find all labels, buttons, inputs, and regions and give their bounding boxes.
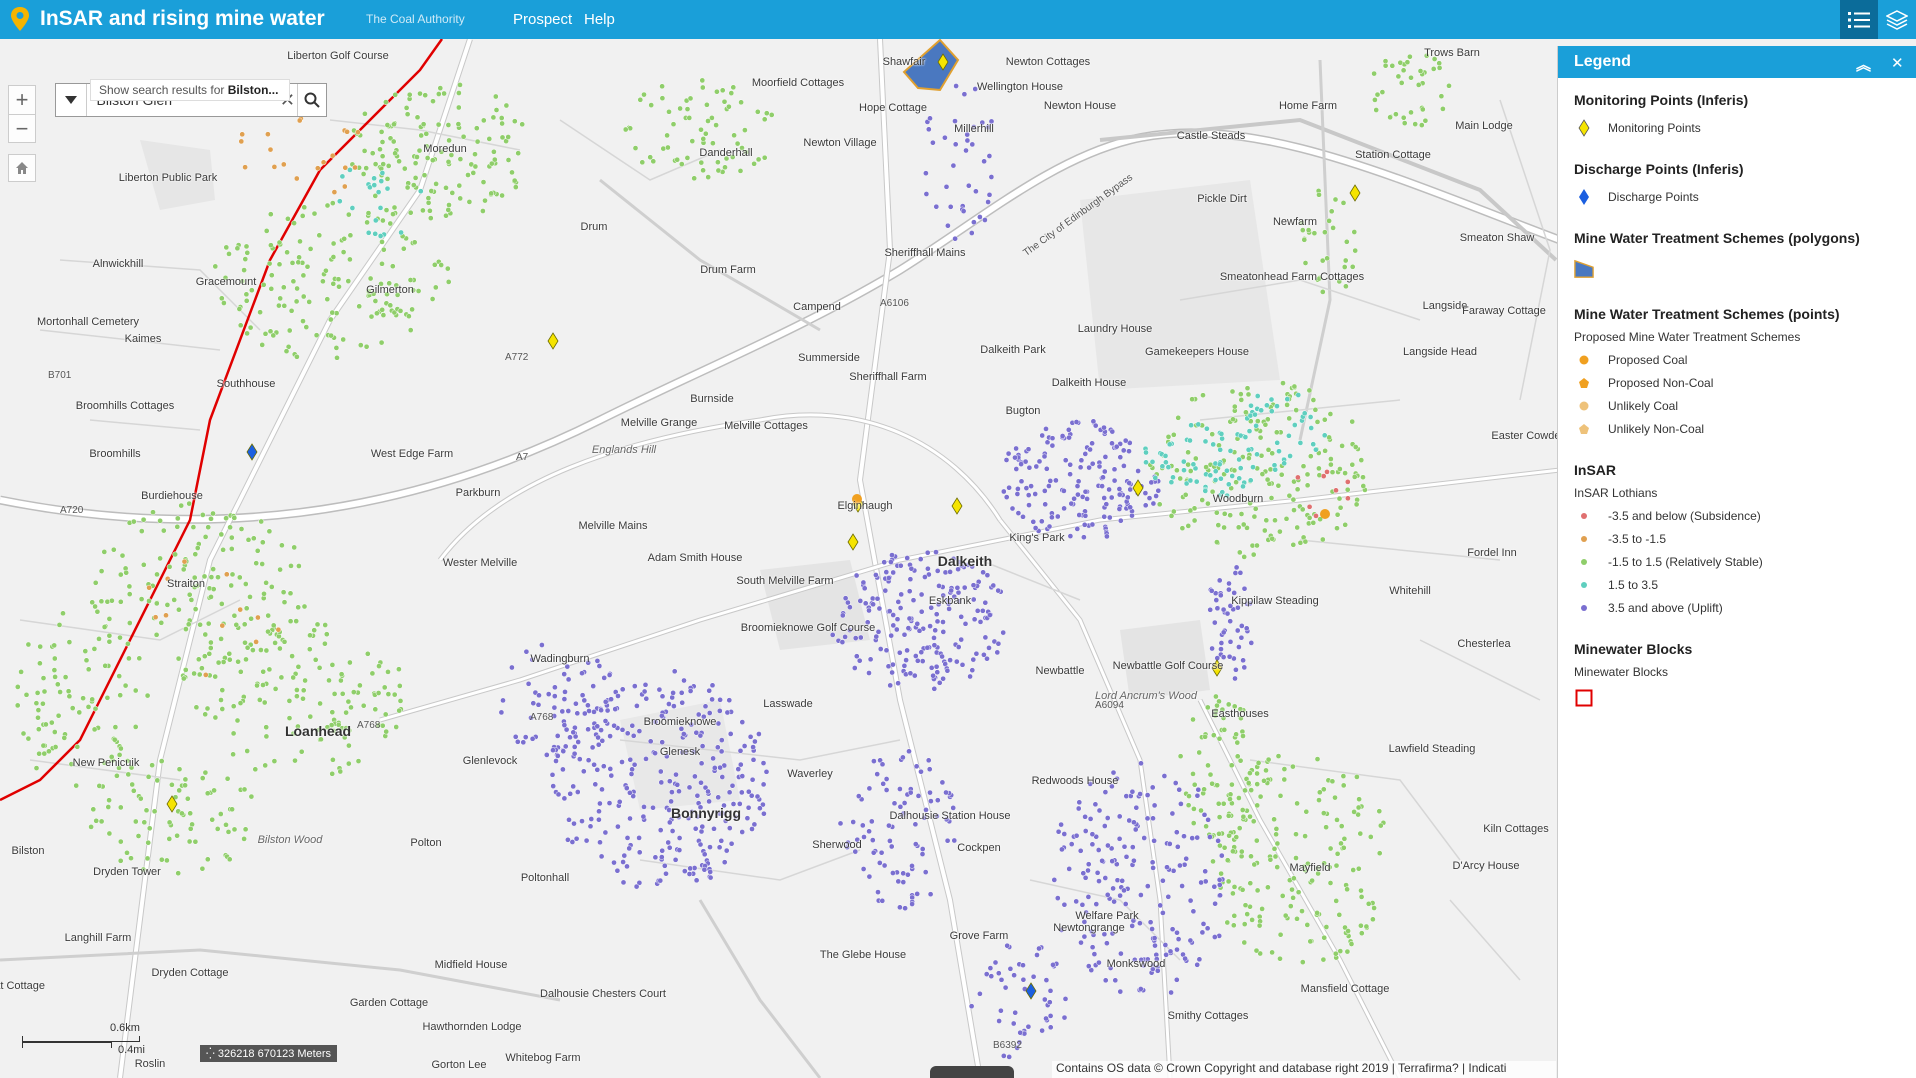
legend-item: Proposed Non-Coal [1574, 371, 1900, 394]
road-label: B6392 [993, 1040, 1022, 1051]
diamond-yellow-icon [1574, 118, 1594, 138]
legend-item-label: Discharge Points [1608, 189, 1699, 204]
square-red-icon [1574, 688, 1594, 708]
nav-help[interactable]: Help [584, 11, 615, 28]
legend-item-label: Unlikely Non-Coal [1608, 421, 1705, 436]
legend-item [1574, 254, 1900, 284]
legend-item: Proposed Coal [1574, 348, 1900, 371]
zoom-out-button[interactable]: − [9, 114, 35, 142]
legend-item [1574, 683, 1900, 713]
road-label: A6106 [880, 298, 909, 309]
search-button[interactable] [297, 84, 326, 116]
legend-item: 1.5 to 3.5 [1574, 573, 1900, 596]
nav-prospect[interactable]: Prospect [513, 11, 572, 28]
scale-km-label: 0.6km [110, 1022, 140, 1034]
pentagon-tan-icon [1574, 419, 1594, 439]
map-attribution: Contains OS data © Crown Copyright and d… [1052, 1061, 1556, 1078]
legend-item-label: -3.5 and below (Subsidence) [1608, 508, 1761, 523]
caret-down-icon [64, 96, 77, 104]
collapse-icon[interactable]: ︽ [1856, 54, 1871, 75]
search-suggestion-prefix: Show search results for [99, 83, 225, 97]
app-header: InSAR and rising mine water The Coal Aut… [0, 0, 1916, 39]
legend-section-subtitle: Minewater Blocks [1574, 665, 1669, 679]
zoom-control: + − [8, 85, 36, 143]
legend-item-label: 1.5 to 3.5 [1608, 577, 1659, 592]
legend-header: Legend ︽ ✕ [1558, 46, 1916, 78]
legend-section-title: Mine Water Treatment Schemes (points) [1574, 306, 1840, 322]
polygon-blue-icon [1574, 259, 1594, 279]
organisation-name[interactable]: The Coal Authority [366, 12, 465, 26]
crosshair-icon: ⁛ [206, 1048, 215, 1060]
legend-item: -3.5 to -1.5 [1574, 527, 1900, 550]
home-button[interactable] [8, 154, 36, 182]
legend-section-title: Minewater Blocks [1574, 641, 1693, 657]
dot-green-icon [1574, 552, 1594, 572]
road-label: A772 [505, 352, 529, 363]
list-icon [1848, 11, 1870, 28]
legend-panel: Legend ︽ ✕ Monitoring Points (Inferis) Mo… [1557, 46, 1916, 1078]
legend-item: Monitoring Points [1574, 116, 1900, 139]
dot-orange-icon [1574, 529, 1594, 549]
circle-orange-icon [1574, 350, 1594, 370]
legend-section-title: Mine Water Treatment Schemes (polygons) [1574, 230, 1860, 246]
layers-icon [1886, 9, 1908, 30]
legend-title: Legend [1574, 53, 1631, 70]
legend-item-label: Monitoring Points [1608, 120, 1701, 135]
dot-teal-icon [1574, 575, 1594, 595]
pentagon-orange-icon [1574, 373, 1594, 393]
search-source-dropdown[interactable] [56, 84, 87, 116]
search-suggestion-term: Bilston... [227, 83, 279, 97]
legend-item-label: -1.5 to 1.5 (Relatively Stable) [1608, 554, 1763, 569]
legend-section-title: Monitoring Points (Inferis) [1574, 92, 1749, 108]
legend-section-subtitle: Proposed Mine Water Treatment Schemes [1574, 330, 1801, 344]
location-pin-icon [11, 7, 29, 31]
legend-item-label: Proposed Coal [1608, 352, 1688, 367]
layers-button[interactable] [1878, 0, 1916, 39]
scale-mi-label: 0.4mi [118, 1044, 145, 1056]
legend-item: Discharge Points [1574, 185, 1900, 208]
legend-section-subtitle: InSAR Lothians [1574, 486, 1658, 500]
zoom-in-button[interactable]: + [9, 86, 35, 114]
road-label: A768 [530, 712, 554, 723]
legend-section-title: InSAR [1574, 462, 1616, 478]
road-label: A768 [357, 720, 381, 731]
dot-purple-icon [1574, 598, 1594, 618]
legend-item: Unlikely Non-Coal [1574, 417, 1900, 440]
legend-item: -1.5 to 1.5 (Relatively Stable) [1574, 550, 1900, 573]
dot-red-icon [1574, 506, 1594, 526]
legend-item-label: Proposed Non-Coal [1608, 375, 1714, 390]
treatment-scheme-marker[interactable] [1320, 509, 1330, 519]
legend-toggle-button[interactable] [1840, 0, 1878, 39]
close-icon[interactable]: ✕ [1891, 54, 1904, 72]
coordinate-text: 326218 670123 Meters [217, 1048, 331, 1060]
legend-body: Monitoring Points (Inferis) Monitoring Po… [1558, 78, 1916, 727]
diamond-blue-icon [1574, 187, 1594, 207]
circle-tan-icon [1574, 396, 1594, 416]
road-label: A720 [60, 505, 84, 516]
search-icon [304, 92, 320, 108]
road-label: B701 [48, 370, 72, 381]
attribute-table-toggle[interactable] [930, 1066, 1014, 1078]
road-label: A7 [516, 452, 529, 463]
legend-item: 3.5 and above (Uplift) [1574, 596, 1900, 619]
legend-section-title: Discharge Points (Inferis) [1574, 161, 1744, 177]
legend-item: Unlikely Coal [1574, 394, 1900, 417]
legend-item-label: -3.5 to -1.5 [1608, 531, 1667, 546]
legend-item-label: 3.5 and above (Uplift) [1608, 600, 1723, 615]
home-icon [16, 162, 28, 174]
coordinate-readout: ⁛ 326218 670123 Meters [200, 1045, 337, 1062]
search-suggestion[interactable]: Show search results for Bilston... [90, 79, 290, 101]
scale-bar: 0.6km 0.4mi [22, 1022, 145, 1058]
app-title: InSAR and rising mine water [40, 7, 325, 30]
treatment-scheme-marker[interactable] [852, 494, 862, 504]
legend-item: -3.5 and below (Subsidence) [1574, 504, 1900, 527]
road-label: A6094 [1095, 700, 1124, 711]
legend-item-label: Unlikely Coal [1608, 398, 1679, 413]
